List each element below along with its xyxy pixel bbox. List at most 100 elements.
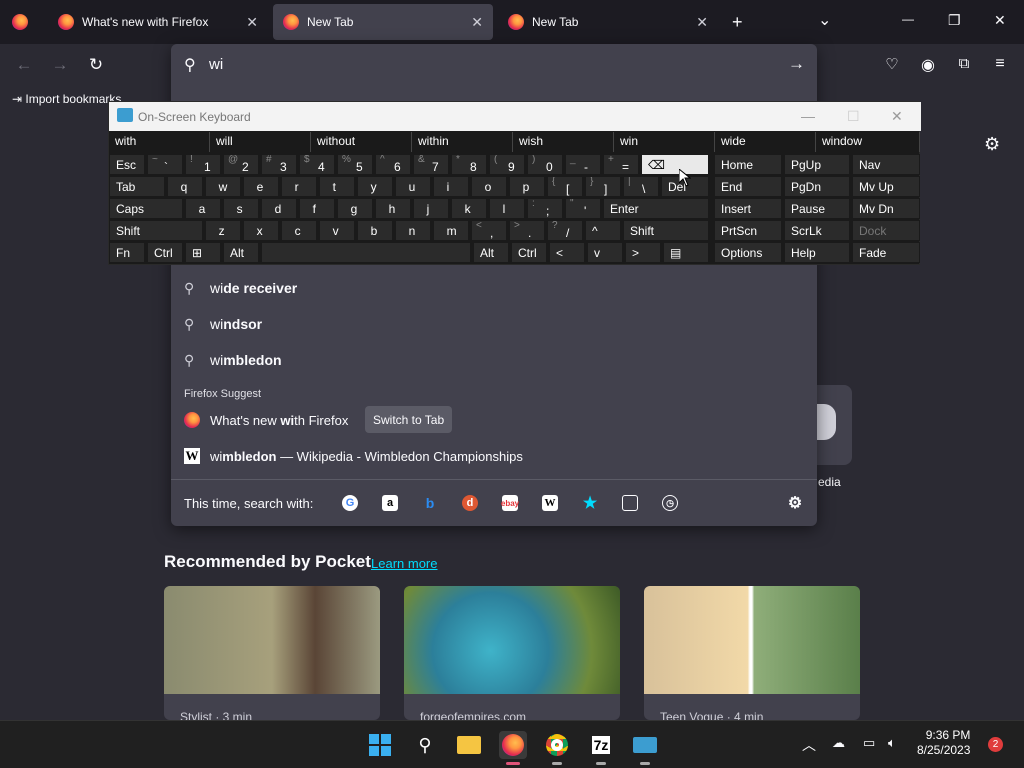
key-v[interactable]: v [319, 220, 355, 241]
network-icon[interactable]: ▭ [863, 735, 875, 751]
key-ctrl-left[interactable]: Ctrl [147, 242, 183, 263]
key-nav[interactable]: Nav [852, 154, 920, 175]
osk-suggestion[interactable]: without [311, 132, 412, 152]
history-icon[interactable]: ◷ [662, 495, 678, 511]
new-tab-button[interactable]: + [732, 12, 743, 33]
key-y[interactable]: y [357, 176, 393, 197]
key-prtscn[interactable]: PrtScn [714, 220, 782, 241]
amazon-icon[interactable]: a [382, 495, 398, 511]
key-u[interactable]: u [395, 176, 431, 197]
key-quote[interactable]: " ' [565, 198, 601, 219]
on-screen-keyboard-icon[interactable] [631, 731, 659, 765]
osk-suggestion[interactable]: wish [513, 132, 614, 152]
key-5[interactable]: % 5 [337, 154, 373, 175]
firefox-taskbar-icon[interactable] [499, 731, 527, 765]
pocket-card[interactable]: forgeofempires.com [404, 586, 620, 720]
key-9[interactable]: (9 [489, 154, 525, 175]
key-4[interactable]: $4 [299, 154, 335, 175]
key-0[interactable]: ) 0 [527, 154, 563, 175]
forward-icon[interactable]: → [50, 55, 70, 75]
7zip-icon[interactable]: 7z [587, 731, 615, 765]
google-icon[interactable]: G [342, 495, 358, 511]
system-clock[interactable]: 9:36 PM 8/25/2023 [917, 728, 970, 758]
key-mvdn[interactable]: Mv Dn [852, 198, 920, 219]
osk-close-button[interactable]: ✕ [891, 108, 903, 125]
window-close-button[interactable]: ✕ [994, 12, 1006, 29]
key-insert[interactable]: Insert [714, 198, 782, 219]
bing-icon[interactable]: b [422, 495, 438, 511]
windows-start-icon[interactable] [366, 731, 394, 759]
search-settings-gear-icon[interactable]: ⚙ [787, 495, 803, 512]
tab-whats-new[interactable]: What's new with Firefox ✕ [48, 4, 268, 40]
osk-minimize-button[interactable]: — [801, 108, 815, 124]
key-x[interactable]: x [243, 220, 279, 241]
key-3[interactable]: #3 [261, 154, 297, 175]
key-f[interactable]: f [299, 198, 335, 219]
key-right-arrow[interactable]: > [625, 242, 661, 263]
key-bracket-left[interactable]: {[ [547, 176, 583, 197]
search-icon[interactable]: ⚲ [411, 731, 439, 759]
key-scrlk[interactable]: ScrLk [784, 220, 850, 241]
osk-suggestion[interactable]: window [816, 132, 920, 152]
suggestion-row[interactable]: ⚲ wimbledon [184, 345, 282, 375]
key-up-arrow[interactable]: ^ [585, 220, 621, 241]
key-help[interactable]: Help [784, 242, 850, 263]
key-home[interactable]: Home [714, 154, 782, 175]
key-ctrl-right[interactable]: Ctrl [511, 242, 547, 263]
key-8[interactable]: * 8 [451, 154, 487, 175]
firefox-menu-icon[interactable] [12, 14, 28, 30]
switch-to-tab-button[interactable]: Switch to Tab [365, 406, 453, 433]
key-j[interactable]: j [413, 198, 449, 219]
duckduckgo-icon[interactable]: d [462, 495, 478, 511]
key-s[interactable]: s [223, 198, 259, 219]
key-alt-left[interactable]: Alt [223, 242, 259, 263]
key-tab[interactable]: Tab [109, 176, 165, 197]
cloud-icon[interactable]: ☁ [832, 735, 845, 751]
key-r[interactable]: r [281, 176, 317, 197]
key-l[interactable]: l [489, 198, 525, 219]
pocket-icon[interactable]: ♡ [882, 55, 902, 73]
key-fade[interactable]: Fade [852, 242, 920, 263]
menu-key-icon[interactable]: ▤ [663, 242, 709, 263]
key-t[interactable]: t [319, 176, 355, 197]
key-k[interactable]: k [451, 198, 487, 219]
list-all-tabs-icon[interactable]: ⌄ [818, 10, 831, 30]
key-comma[interactable]: <, [471, 220, 507, 241]
key-w[interactable]: w [205, 176, 241, 197]
key-end[interactable]: End [714, 176, 782, 197]
notification-badge[interactable]: 2 [988, 737, 1003, 752]
learn-more-link[interactable]: Learn more [371, 556, 437, 571]
wikipedia-engine-icon[interactable]: W [542, 495, 558, 511]
key-space[interactable] [261, 242, 471, 263]
key-bracket-right[interactable]: }] [585, 176, 621, 197]
key-backtick[interactable]: ~ ` [147, 154, 183, 175]
key-pgup[interactable]: PgUp [784, 154, 850, 175]
close-icon[interactable]: ✕ [246, 14, 258, 31]
key-backspace[interactable]: ⌫ [641, 154, 709, 175]
key-pgdn[interactable]: PgDn [784, 176, 850, 197]
key-equals[interactable]: + = [603, 154, 639, 175]
key-o[interactable]: o [471, 176, 507, 197]
maximize-button[interactable]: ❐ [948, 12, 961, 29]
key-period[interactable]: >. [509, 220, 545, 241]
key-n[interactable]: n [395, 220, 431, 241]
chevron-up-icon[interactable]: ︿ [802, 735, 816, 755]
ebay-icon[interactable]: ebay [501, 495, 519, 511]
key-shift-left[interactable]: Shift [109, 220, 203, 241]
key-c[interactable]: c [281, 220, 317, 241]
tab-result-row[interactable]: What's new with Firefox [184, 405, 348, 435]
key-alt-right[interactable]: Alt [473, 242, 509, 263]
key-minus[interactable]: _ - [565, 154, 601, 175]
tabs-icon[interactable] [622, 495, 638, 511]
osk-suggestion[interactable]: will [210, 132, 311, 152]
key-shift-right[interactable]: Shift [623, 220, 709, 241]
key-1[interactable]: ! 1 [185, 154, 221, 175]
key-a[interactable]: a [185, 198, 221, 219]
key-z[interactable]: z [205, 220, 241, 241]
key-fn[interactable]: Fn [109, 242, 145, 263]
key-esc[interactable]: Esc [109, 154, 145, 175]
suggestion-row[interactable]: ⚲ windsor [184, 309, 262, 339]
key-mvup[interactable]: Mv Up [852, 176, 920, 197]
key-pause[interactable]: Pause [784, 198, 850, 219]
reload-icon[interactable]: ↻ [86, 55, 106, 75]
